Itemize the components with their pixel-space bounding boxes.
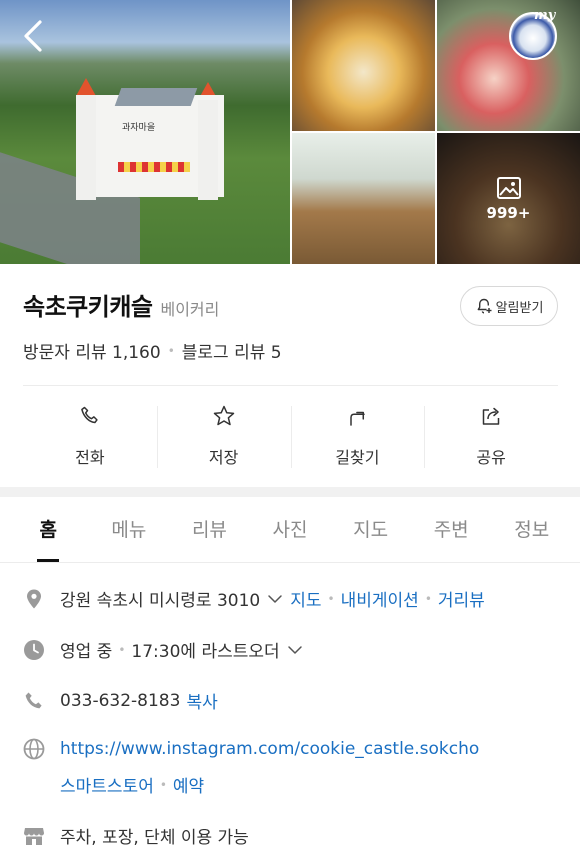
tab-home[interactable]: 홈 [8,497,89,562]
photo-bakery-display[interactable] [292,133,435,264]
save-button[interactable]: 저장 [156,400,291,470]
castle-tower-right [198,100,218,200]
copy-phone-link[interactable]: 복사 [186,688,217,713]
phone-icon [81,406,98,424]
alarm-button[interactable]: 알림받기 [460,286,558,326]
action-label: 전화 [75,448,105,467]
tab-review[interactable]: 리뷰 [169,497,250,562]
website-row: https://www.instagram.com/cookie_castle.… [23,738,479,760]
phone-number: 033-632-8183 [60,690,181,711]
tab-menu[interactable]: 메뉴 [89,497,170,562]
tab-bar: 홈 메뉴 리뷰 사진 지도 주변 정보 [0,497,580,562]
castle-roof-middle [114,88,198,106]
blog-reviews-link[interactable]: 블로그 리뷰 5 [182,338,282,363]
globe-icon [23,738,45,760]
map-link[interactable]: 지도 [290,586,321,611]
gallery-icon [496,176,521,199]
separator-dot: • [118,642,126,657]
place-name: 속초쿠키캐슬 [23,293,153,321]
star-icon [213,405,234,426]
phone-icon [25,692,42,708]
tab-info[interactable]: 정보 [491,497,572,562]
amenities-text: 주차, 포장, 단체 이용 가능 [60,828,249,848]
action-label: 공유 [476,448,506,467]
my-label: my [534,8,556,23]
store-icon [24,827,44,845]
more-photos-button[interactable]: 999+ [437,133,580,264]
reservation-link[interactable]: 예약 [173,772,204,797]
navigation-link[interactable]: 내비게이션 [341,586,419,611]
address-text: 강원 속초시 미시령로 3010 [60,591,261,611]
website-link[interactable]: https://www.instagram.com/cookie_castle.… [60,739,479,759]
location-pin-icon [27,589,41,608]
castle-roof-left [76,78,96,96]
store-row: 스마트스토어 • 예약 [60,772,204,797]
street-view-link[interactable]: 거리뷰 [438,586,485,611]
tab-photo[interactable]: 사진 [250,497,331,562]
separator-dot: • [167,343,175,358]
call-button[interactable]: 전화 [23,400,157,470]
share-button[interactable]: 공유 [424,400,558,470]
action-label: 길찾기 [335,448,380,467]
photo-count: 999+ [486,203,531,222]
directions-button[interactable]: 길찾기 [290,400,425,470]
review-summary: 방문자 리뷰 1,160 • 블로그 리뷰 5 [23,338,282,363]
bell-plus-icon [477,298,492,314]
phone-row: 033-632-8183 복사 [23,688,218,713]
tab-map[interactable]: 지도 [330,497,411,562]
photo-dessert-plate[interactable] [292,0,435,131]
back-arrow-icon[interactable] [18,18,50,54]
visitor-reviews-link[interactable]: 방문자 리뷰 1,160 [23,338,161,363]
share-icon [482,407,500,425]
tab-divider [0,562,580,563]
action-bar: 전화 저장 길찾기 공유 [23,400,558,470]
directions-icon [350,411,366,426]
tab-nearby[interactable]: 주변 [411,497,492,562]
separator-dot: • [424,591,432,606]
hours-row: 영업 중 • 17:30에 라스트오더 [23,637,310,662]
smartstore-link[interactable]: 스마트스토어 [60,772,154,797]
alarm-label: 알림받기 [495,300,544,316]
separator-dot: • [159,777,167,792]
amenities-row: 주차, 포장, 단체 이용 가능 [23,823,249,848]
divider [23,385,558,386]
castle-sign: 과자마을 [122,123,156,133]
place-category: 베이커리 [160,300,220,319]
photo-header: 과자마을 my 999+ [0,0,580,264]
castle-awning [118,162,190,172]
separator-dot: • [327,591,335,606]
section-gap [0,487,580,497]
hours-status: 영업 중 [60,642,113,662]
chevron-down-icon[interactable] [266,590,284,608]
address-row: 강원 속초시 미시령로 3010 지도 • 내비게이션 • 거리뷰 [23,586,485,611]
action-label: 저장 [208,448,239,467]
clock-icon [24,639,44,660]
photo-parfait[interactable] [437,0,580,131]
chevron-down-icon[interactable] [286,641,304,659]
title-row: 속초쿠키캐슬 베이커리 [23,287,219,322]
hours-detail: 17:30에 라스트오더 [131,642,280,662]
castle-tower-left [76,95,96,200]
